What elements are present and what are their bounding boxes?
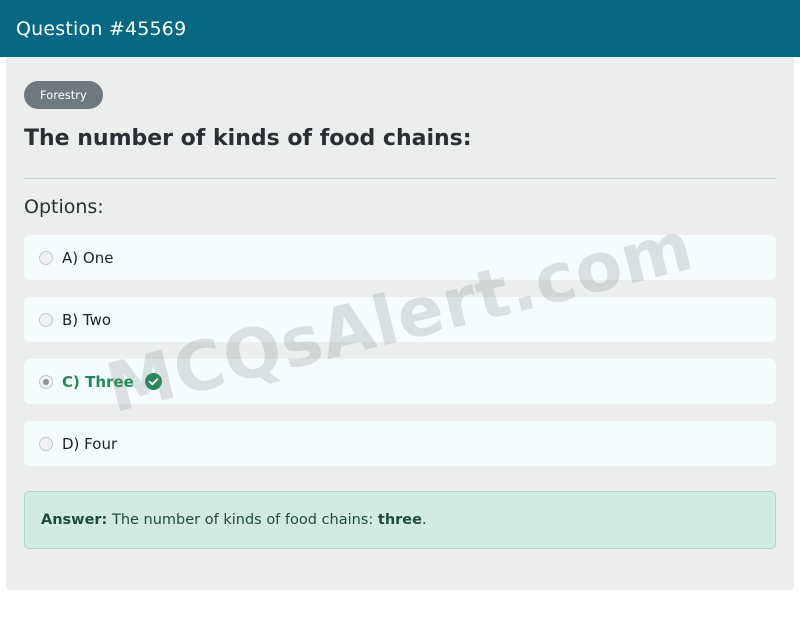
radio-button[interactable] (39, 312, 53, 327)
radio-button[interactable] (39, 250, 53, 265)
answer-suffix: . (421, 512, 427, 528)
check-circle-icon (144, 373, 162, 390)
answer-text: The number of kinds of food chains: (111, 512, 374, 528)
radio-button[interactable] (39, 436, 53, 451)
answer-box: Answer: The number of kinds of food chai… (24, 491, 776, 549)
option-b[interactable]: B) Two (24, 297, 776, 342)
option-label-correct: C) Three (62, 372, 134, 391)
question-header: Question #45569 (0, 0, 800, 57)
category-badge[interactable]: Forestry (24, 81, 103, 109)
option-c[interactable]: C) Three (24, 359, 776, 404)
option-label: A) One (62, 248, 114, 267)
option-a[interactable]: A) One (24, 235, 776, 280)
options-label: Options: (24, 196, 104, 218)
radio-button-selected[interactable] (39, 374, 53, 389)
question-text: The number of kinds of food chains: (24, 126, 472, 151)
divider (24, 178, 776, 179)
option-label: B) Two (62, 310, 112, 329)
answer-value: three (377, 512, 422, 528)
answer-prefix: Answer: (41, 512, 108, 528)
option-label: D) Four (62, 434, 118, 453)
question-number-title: Question #45569 (16, 17, 187, 40)
option-d[interactable]: D) Four (24, 421, 776, 466)
